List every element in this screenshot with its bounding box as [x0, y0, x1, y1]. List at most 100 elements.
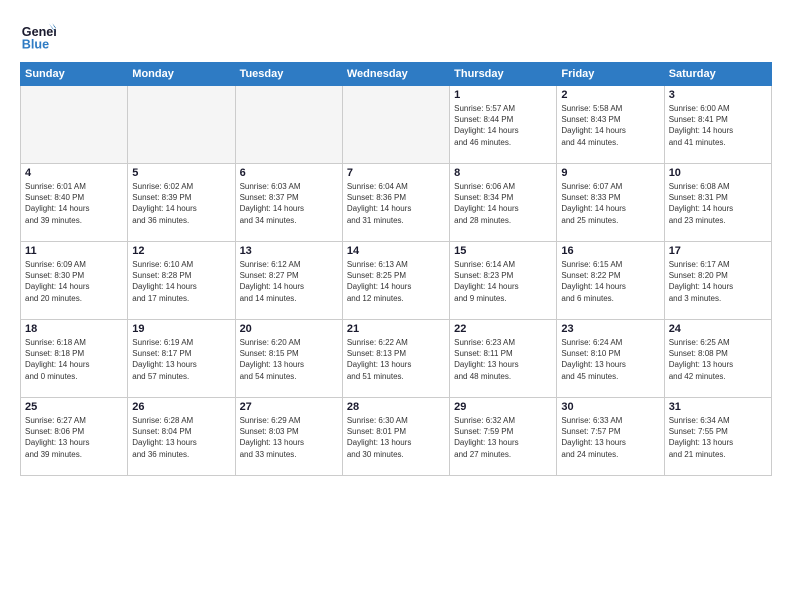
day-cell: 26 Sunrise: 6:28 AM Sunset: 8:04 PM Dayli…: [128, 398, 235, 476]
day-cell: 1Sunrise: 5:57 AM Sunset: 8:44 PM Daylig…: [450, 86, 557, 164]
header-friday: Friday: [557, 63, 664, 86]
header-thursday: Thursday: [450, 63, 557, 86]
day-number: 24: [669, 323, 767, 335]
day-number: 13: [240, 245, 338, 257]
day-info: Sunrise: 6:30 AM Sunset: 8:01 PM Dayligh…: [347, 415, 445, 460]
day-info: Sunrise: 6:09 AM Sunset: 8:30 PM Dayligh…: [25, 259, 123, 304]
day-info: Sunrise: 6:14 AM Sunset: 8:23 PM Dayligh…: [454, 259, 552, 304]
logo-icon: General Blue: [20, 16, 56, 52]
page-header: General Blue: [20, 16, 772, 52]
day-info: Sunrise: 6:29 AM Sunset: 8:03 PM Dayligh…: [240, 415, 338, 460]
day-number: 2: [561, 89, 659, 101]
day-info: Sunrise: 6:33 AM Sunset: 7:57 PM Dayligh…: [561, 415, 659, 460]
week-row-3: 11 Sunrise: 6:09 AM Sunset: 8:30 PM Dayli…: [21, 242, 772, 320]
calendar-header-row: SundayMondayTuesdayWednesdayThursdayFrid…: [21, 63, 772, 86]
day-number: 10: [669, 167, 767, 179]
day-number: 28: [347, 401, 445, 413]
day-info: Sunrise: 6:20 AM Sunset: 8:15 PM Dayligh…: [240, 337, 338, 382]
day-number: 25: [25, 401, 123, 413]
day-info: Sunrise: 6:19 AM Sunset: 8:17 PM Dayligh…: [132, 337, 230, 382]
day-number: 30: [561, 401, 659, 413]
day-number: 1: [454, 89, 552, 101]
logo: General Blue: [20, 16, 56, 52]
day-info: Sunrise: 5:58 AM Sunset: 8:43 PM Dayligh…: [561, 103, 659, 148]
day-number: 12: [132, 245, 230, 257]
day-cell: 6 Sunrise: 6:03 AM Sunset: 8:37 PM Daylig…: [235, 164, 342, 242]
day-cell: 9 Sunrise: 6:07 AM Sunset: 8:33 PM Daylig…: [557, 164, 664, 242]
calendar-table: SundayMondayTuesdayWednesdayThursdayFrid…: [20, 62, 772, 476]
day-number: 19: [132, 323, 230, 335]
day-number: 31: [669, 401, 767, 413]
day-info: Sunrise: 6:24 AM Sunset: 8:10 PM Dayligh…: [561, 337, 659, 382]
day-info: Sunrise: 6:00 AM Sunset: 8:41 PM Dayligh…: [669, 103, 767, 148]
day-cell: 7Sunrise: 6:04 AM Sunset: 8:36 PM Daylig…: [342, 164, 449, 242]
day-number: 8: [454, 167, 552, 179]
day-cell: [21, 86, 128, 164]
day-number: 26: [132, 401, 230, 413]
day-info: Sunrise: 6:23 AM Sunset: 8:11 PM Dayligh…: [454, 337, 552, 382]
day-info: Sunrise: 6:22 AM Sunset: 8:13 PM Dayligh…: [347, 337, 445, 382]
day-number: 27: [240, 401, 338, 413]
day-cell: 2 Sunrise: 5:58 AM Sunset: 8:43 PM Daylig…: [557, 86, 664, 164]
day-cell: 14 Sunrise: 6:13 AM Sunset: 8:25 PM Dayli…: [342, 242, 449, 320]
day-cell: 10Sunrise: 6:08 AM Sunset: 8:31 PM Dayli…: [664, 164, 771, 242]
week-row-2: 4 Sunrise: 6:01 AM Sunset: 8:40 PM Daylig…: [21, 164, 772, 242]
week-row-5: 25 Sunrise: 6:27 AM Sunset: 8:06 PM Dayli…: [21, 398, 772, 476]
day-number: 9: [561, 167, 659, 179]
header-saturday: Saturday: [664, 63, 771, 86]
day-info: Sunrise: 6:01 AM Sunset: 8:40 PM Dayligh…: [25, 181, 123, 226]
day-number: 5: [132, 167, 230, 179]
day-cell: 23 Sunrise: 6:24 AM Sunset: 8:10 PM Dayli…: [557, 320, 664, 398]
day-cell: [342, 86, 449, 164]
day-number: 6: [240, 167, 338, 179]
day-cell: 28 Sunrise: 6:30 AM Sunset: 8:01 PM Dayli…: [342, 398, 449, 476]
day-number: 14: [347, 245, 445, 257]
day-number: 29: [454, 401, 552, 413]
day-cell: [128, 86, 235, 164]
day-number: 11: [25, 245, 123, 257]
day-info: Sunrise: 6:15 AM Sunset: 8:22 PM Dayligh…: [561, 259, 659, 304]
day-info: Sunrise: 6:07 AM Sunset: 8:33 PM Dayligh…: [561, 181, 659, 226]
day-info: Sunrise: 6:10 AM Sunset: 8:28 PM Dayligh…: [132, 259, 230, 304]
day-number: 23: [561, 323, 659, 335]
day-info: Sunrise: 6:25 AM Sunset: 8:08 PM Dayligh…: [669, 337, 767, 382]
day-number: 22: [454, 323, 552, 335]
day-cell: 27 Sunrise: 6:29 AM Sunset: 8:03 PM Dayli…: [235, 398, 342, 476]
day-cell: 25 Sunrise: 6:27 AM Sunset: 8:06 PM Dayli…: [21, 398, 128, 476]
day-info: Sunrise: 6:04 AM Sunset: 8:36 PM Dayligh…: [347, 181, 445, 226]
day-cell: 20 Sunrise: 6:20 AM Sunset: 8:15 PM Dayli…: [235, 320, 342, 398]
day-info: Sunrise: 6:13 AM Sunset: 8:25 PM Dayligh…: [347, 259, 445, 304]
svg-text:Blue: Blue: [22, 37, 49, 51]
header-sunday: Sunday: [21, 63, 128, 86]
day-number: 18: [25, 323, 123, 335]
day-number: 3: [669, 89, 767, 101]
header-tuesday: Tuesday: [235, 63, 342, 86]
day-cell: 16 Sunrise: 6:15 AM Sunset: 8:22 PM Dayli…: [557, 242, 664, 320]
day-info: Sunrise: 6:27 AM Sunset: 8:06 PM Dayligh…: [25, 415, 123, 460]
day-info: Sunrise: 6:12 AM Sunset: 8:27 PM Dayligh…: [240, 259, 338, 304]
day-cell: [235, 86, 342, 164]
day-info: Sunrise: 6:17 AM Sunset: 8:20 PM Dayligh…: [669, 259, 767, 304]
day-info: Sunrise: 6:06 AM Sunset: 8:34 PM Dayligh…: [454, 181, 552, 226]
day-number: 20: [240, 323, 338, 335]
day-info: Sunrise: 6:28 AM Sunset: 8:04 PM Dayligh…: [132, 415, 230, 460]
day-cell: 18Sunrise: 6:18 AM Sunset: 8:18 PM Dayli…: [21, 320, 128, 398]
header-monday: Monday: [128, 63, 235, 86]
day-info: Sunrise: 6:03 AM Sunset: 8:37 PM Dayligh…: [240, 181, 338, 226]
day-cell: 31 Sunrise: 6:34 AM Sunset: 7:55 PM Dayli…: [664, 398, 771, 476]
day-cell: 3 Sunrise: 6:00 AM Sunset: 8:41 PM Daylig…: [664, 86, 771, 164]
day-cell: 17Sunrise: 6:17 AM Sunset: 8:20 PM Dayli…: [664, 242, 771, 320]
day-info: Sunrise: 6:34 AM Sunset: 7:55 PM Dayligh…: [669, 415, 767, 460]
day-number: 4: [25, 167, 123, 179]
day-cell: 4 Sunrise: 6:01 AM Sunset: 8:40 PM Daylig…: [21, 164, 128, 242]
day-cell: 15Sunrise: 6:14 AM Sunset: 8:23 PM Dayli…: [450, 242, 557, 320]
day-number: 16: [561, 245, 659, 257]
day-cell: 13 Sunrise: 6:12 AM Sunset: 8:27 PM Dayli…: [235, 242, 342, 320]
week-row-4: 18Sunrise: 6:18 AM Sunset: 8:18 PM Dayli…: [21, 320, 772, 398]
week-row-1: 1Sunrise: 5:57 AM Sunset: 8:44 PM Daylig…: [21, 86, 772, 164]
header-wednesday: Wednesday: [342, 63, 449, 86]
day-cell: 22 Sunrise: 6:23 AM Sunset: 8:11 PM Dayli…: [450, 320, 557, 398]
day-info: Sunrise: 6:02 AM Sunset: 8:39 PM Dayligh…: [132, 181, 230, 226]
day-number: 21: [347, 323, 445, 335]
day-cell: 5 Sunrise: 6:02 AM Sunset: 8:39 PM Daylig…: [128, 164, 235, 242]
